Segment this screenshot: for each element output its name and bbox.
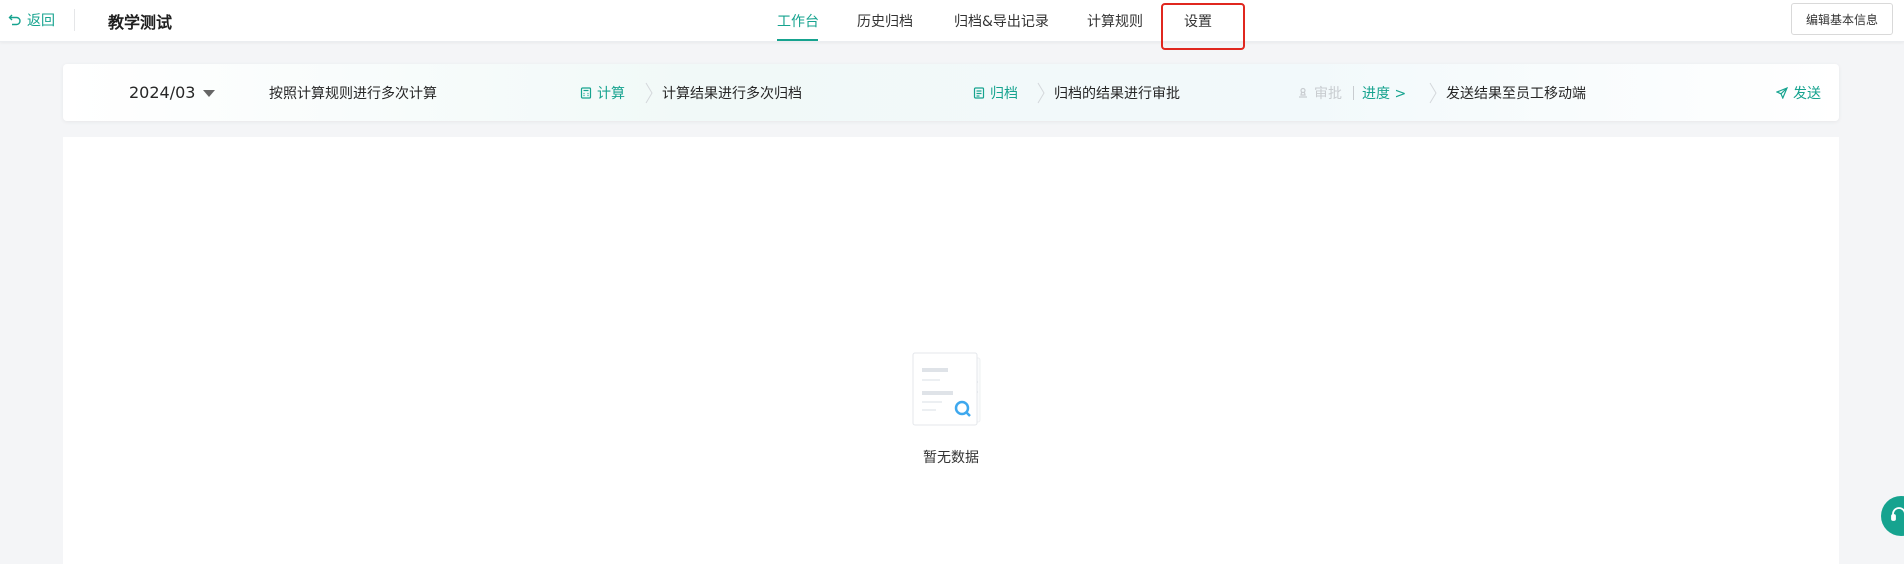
customer-service-button[interactable] — [1881, 496, 1904, 536]
chevron-right-icon — [1429, 64, 1437, 121]
send-icon — [1776, 86, 1788, 99]
action-separator — [1353, 64, 1354, 121]
empty-state-text: 暂无数据 — [923, 450, 979, 466]
calculate-label: 计算 — [597, 85, 625, 102]
approve-button[interactable]: 审批 — [1297, 64, 1342, 121]
period-select[interactable]: 2024/03 — [129, 64, 216, 121]
header-divider — [74, 9, 75, 31]
main-content: 暂无数据 — [63, 137, 1839, 564]
edit-basic-info-button[interactable]: 编辑基本信息 — [1791, 3, 1893, 35]
send-button[interactable]: 发送 — [1776, 64, 1821, 121]
top-header: 返回 教学测试 工作台 历史归档 归档&导出记录 计算规则 设置 编辑基本信息 — [0, 0, 1904, 42]
step-archive-text: 计算结果进行多次归档 — [662, 85, 802, 102]
chevron-right-icon — [645, 64, 653, 121]
chevron-right-icon — [1037, 64, 1045, 121]
tab-archive-export-records[interactable]: 归档&导出记录 — [954, 11, 1049, 31]
period-value: 2024/03 — [129, 83, 196, 102]
page-title: 教学测试 — [108, 13, 173, 32]
headset-icon — [1891, 507, 1904, 521]
approve-label: 审批 — [1314, 85, 1342, 102]
step-calculate-text: 按照计算规则进行多次计算 — [269, 85, 437, 102]
archive-label: 归档 — [990, 85, 1018, 102]
undo-icon — [8, 14, 21, 26]
calculate-button[interactable]: 计算 — [580, 64, 625, 121]
calculator-icon — [580, 86, 592, 99]
caret-down-icon — [203, 90, 216, 97]
archive-button[interactable]: 归档 — [973, 64, 1018, 121]
step-send-text: 发送结果至员工移动端 — [1446, 85, 1586, 102]
tab-workbench[interactable]: 工作台 — [777, 11, 819, 31]
tab-history-archive[interactable]: 历史归档 — [857, 11, 913, 31]
step-approve-text: 归档的结果进行审批 — [1054, 85, 1180, 102]
tab-calculation-rules[interactable]: 计算规则 — [1087, 11, 1143, 31]
back-label: 返回 — [27, 13, 55, 29]
back-button[interactable]: 返回 — [8, 10, 55, 30]
stamp-icon — [1299, 87, 1307, 98]
tab-settings[interactable]: 设置 — [1184, 11, 1212, 31]
active-tab-indicator — [777, 39, 818, 41]
archive-icon — [973, 86, 985, 99]
progress-link[interactable]: 进度 > — [1362, 64, 1406, 121]
send-label: 发送 — [1793, 85, 1821, 102]
empty-state-illustration — [912, 352, 981, 426]
workflow-bar: 2024/03 按照计算规则进行多次计算 计算 计算结果进行多次归档 归档 归档… — [63, 64, 1839, 121]
